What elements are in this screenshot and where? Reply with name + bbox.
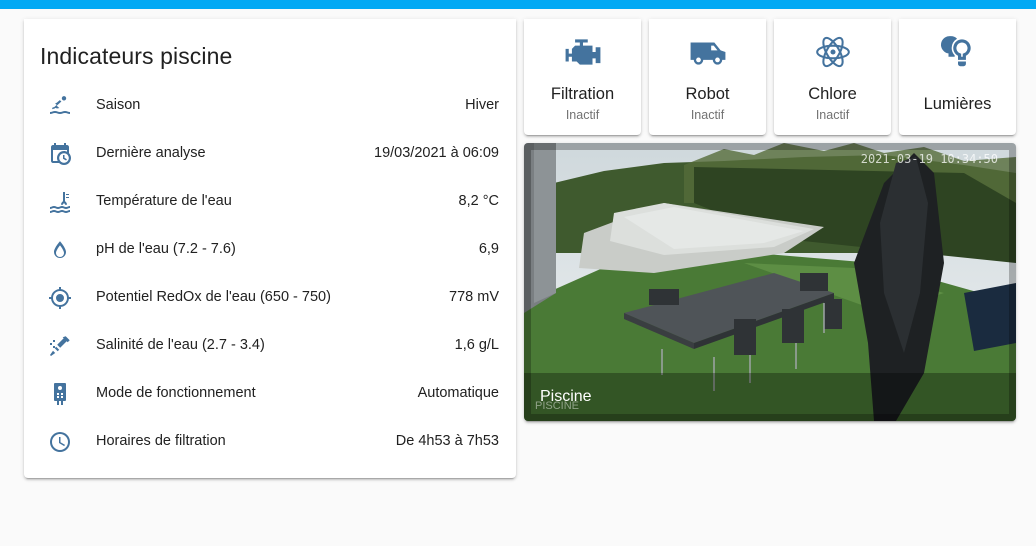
row-name: Salinité de l'eau (2.7 - 3.4) — [96, 337, 265, 353]
salt-shaker-icon — [48, 334, 72, 358]
row-state: De 4h53 à 7h53 — [395, 433, 499, 449]
row-name: Dernière analyse — [96, 145, 206, 161]
row-name: Saison — [96, 97, 141, 113]
card-title: Indicateurs piscine — [40, 43, 233, 69]
button-label: Filtration — [550, 85, 615, 103]
remote-icon — [48, 382, 72, 406]
button-state: Inactif — [815, 108, 850, 122]
water-drop-icon — [48, 238, 72, 262]
chlore-button[interactable]: Chlore Inactif — [774, 19, 891, 135]
swim-icon — [48, 94, 72, 118]
indicators-card: Indicateurs piscine Saison Hiver Dernièr… — [24, 19, 516, 478]
row-state: 1,6 g/L — [454, 337, 499, 353]
row-name: Potentiel RedOx de l'eau (650 - 750) — [96, 289, 331, 305]
atom-icon — [774, 33, 891, 71]
van-icon — [649, 33, 766, 71]
row-ph[interactable]: pH de l'eau (7.2 - 7.6) 6,9 — [24, 226, 516, 274]
row-name: Température de l'eau — [96, 193, 232, 209]
lumieres-button[interactable]: Lumières — [899, 19, 1016, 135]
camera-timestamp: 2021-03-19 10:34:50 — [860, 152, 998, 166]
row-state: Hiver — [465, 97, 499, 113]
row-redox[interactable]: Potentiel RedOx de l'eau (650 - 750) 778… — [24, 274, 516, 322]
row-state: 8,2 °C — [458, 193, 499, 209]
row-state: 778 mV — [449, 289, 499, 305]
row-name: Mode de fonctionnement — [96, 385, 256, 401]
camera-card[interactable]: 2021-03-19 10:34:50 Piscine PISCINE — [524, 143, 1016, 421]
robot-button[interactable]: Robot Inactif — [649, 19, 766, 135]
button-state: Inactif — [565, 108, 600, 122]
row-state: 19/03/2021 à 06:09 — [374, 145, 499, 161]
button-state: Inactif — [690, 108, 725, 122]
clock-icon — [48, 430, 72, 454]
filtration-button[interactable]: Filtration Inactif — [524, 19, 641, 135]
row-temperature[interactable]: Température de l'eau 8,2 °C — [24, 178, 516, 226]
water-thermometer-icon — [48, 190, 72, 214]
camera-overlay-label: PISCINE — [535, 400, 580, 412]
row-salinite[interactable]: Salinité de l'eau (2.7 - 3.4) 1,6 g/L — [24, 322, 516, 370]
row-name: pH de l'eau (7.2 - 7.6) — [96, 241, 236, 257]
lightbulbs-icon — [899, 33, 1016, 71]
row-state: 6,9 — [478, 241, 499, 257]
row-name: Horaires de filtration — [96, 433, 226, 449]
row-derniere-analyse[interactable]: Dernière analyse 19/03/2021 à 06:09 — [24, 130, 516, 178]
row-state: Automatique — [417, 385, 499, 401]
row-saison[interactable]: Saison Hiver — [24, 82, 516, 130]
button-label: Robot — [685, 85, 730, 103]
camera-footer: Piscine PISCINE — [524, 373, 1016, 421]
button-label: Lumières — [923, 95, 992, 113]
top-app-bar — [0, 0, 1036, 9]
calendar-clock-icon — [48, 142, 72, 166]
row-horaires[interactable]: Horaires de filtration De 4h53 à 7h53 — [24, 418, 516, 466]
target-icon — [48, 286, 72, 310]
row-mode[interactable]: Mode de fonctionnement Automatique — [24, 370, 516, 418]
button-label: Chlore — [808, 85, 857, 103]
engine-icon — [524, 33, 641, 71]
